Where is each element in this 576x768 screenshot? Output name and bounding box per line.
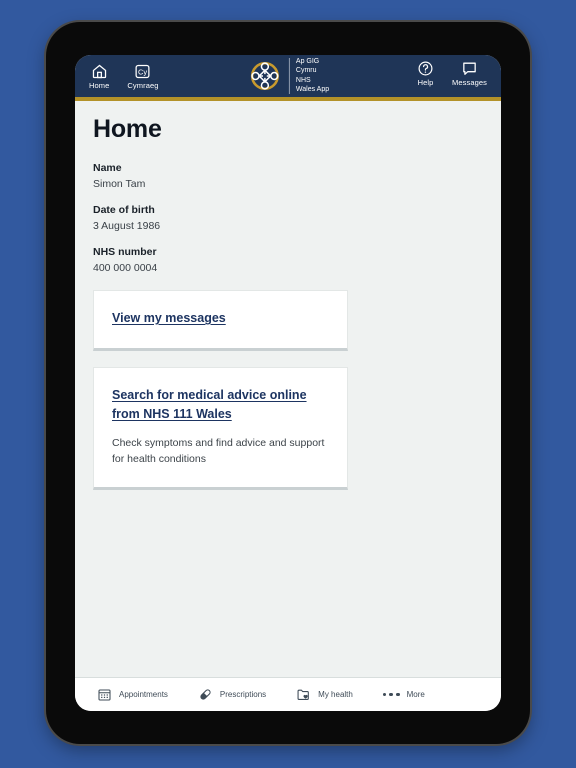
- folder-heart-icon: [297, 689, 310, 700]
- help-circle-icon: [418, 61, 433, 76]
- top-nav-left-group: Home Cy Cymraeg: [75, 63, 159, 90]
- top-navigation-bar: Home Cy Cymraeg Ap GIG Cymru NHS Wales A…: [75, 55, 501, 97]
- card-nhs-111-description: Check symptoms and find advice and suppo…: [112, 437, 325, 465]
- field-date-of-birth-label: Date of birth: [93, 204, 155, 216]
- bottom-nav-my-health[interactable]: My health: [296, 687, 353, 702]
- link-search-medical-advice[interactable]: Search for medical advice online from NH…: [112, 386, 329, 424]
- field-name-value: Simon Tam: [93, 178, 146, 190]
- tablet-device-frame: Home Cy Cymraeg Ap GIG Cymru NHS Wales A…: [46, 22, 530, 744]
- bottom-nav-appointments-label: Appointments: [119, 690, 168, 699]
- brand-text-block: Ap GIG Cymru NHS Wales App: [288, 58, 330, 95]
- nav-item-help[interactable]: Help: [417, 60, 434, 87]
- brand-line-3: NHS: [295, 77, 311, 85]
- nav-item-messages-label: Messages: [452, 78, 487, 87]
- bottom-navigation-bar: Appointments Prescriptions My health Mor…: [75, 677, 501, 711]
- nav-item-help-label: Help: [417, 78, 434, 87]
- field-nhs-number-value: 400 000 0004: [93, 262, 158, 274]
- bottom-nav-prescriptions[interactable]: Prescriptions: [198, 687, 266, 702]
- tablet-screen: Home Cy Cymraeg Ap GIG Cymru NHS Wales A…: [75, 55, 501, 711]
- brand-line-1: Ap GIG: [295, 58, 320, 65]
- bottom-nav-appointments[interactable]: Appointments: [97, 687, 168, 702]
- pill-icon: [200, 689, 211, 700]
- nhs-wales-celtic-knot-logo: [250, 62, 279, 91]
- page-title: Home: [93, 115, 162, 143]
- nav-item-cymraeg-label: Cymraeg: [127, 80, 159, 90]
- bottom-nav-more-label: More: [406, 690, 425, 699]
- bottom-nav-more[interactable]: More: [382, 690, 425, 699]
- field-date-of-birth: Date of birth 3 August 1986: [93, 204, 483, 232]
- field-name: Name Simon Tam: [93, 162, 483, 190]
- main-content-area: Home Name Simon Tam Date of birth 3 Augu…: [75, 101, 501, 677]
- field-date-of-birth-value: 3 August 1986: [93, 220, 161, 232]
- bottom-nav-prescriptions-label: Prescriptions: [219, 690, 267, 699]
- field-nhs-number-label: NHS number: [93, 246, 157, 258]
- svg-text:Cy: Cy: [138, 67, 147, 76]
- welsh-language-icon: Cy: [135, 64, 150, 78]
- ellipsis-icon: [382, 692, 400, 697]
- brand-line-4: Wales App: [295, 85, 330, 93]
- link-view-my-messages[interactable]: View my messages: [112, 309, 226, 328]
- field-nhs-number: NHS number 400 000 0004: [93, 246, 483, 274]
- nav-item-messages[interactable]: Messages: [452, 60, 487, 87]
- field-name-label: Name: [93, 162, 122, 174]
- brand-line-2: Cymru: [295, 66, 317, 74]
- bottom-nav-my-health-label: My health: [318, 690, 353, 699]
- speech-bubble-icon: [463, 62, 476, 75]
- home-icon: [92, 64, 106, 78]
- nav-item-cymraeg[interactable]: Cy Cymraeg: [127, 63, 158, 90]
- nav-item-home[interactable]: Home: [89, 63, 109, 90]
- brand-logo-group: Ap GIG Cymru NHS Wales App: [247, 58, 330, 95]
- top-nav-right-group: Help Messages: [417, 60, 487, 87]
- calendar-icon: [98, 689, 111, 701]
- card-nhs-111-wales[interactable]: Search for medical advice online from NH…: [93, 367, 348, 490]
- nav-item-home-label: Home: [89, 80, 110, 90]
- card-view-my-messages[interactable]: View my messages: [93, 290, 348, 351]
